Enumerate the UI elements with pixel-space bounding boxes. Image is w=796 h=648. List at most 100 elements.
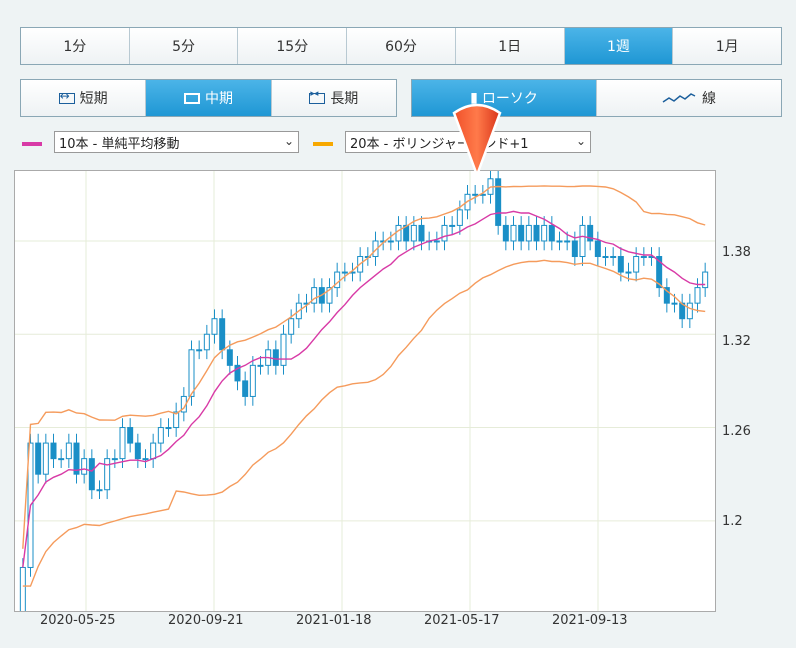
short-term-label: 短期 (79, 91, 108, 107)
candle-body (341, 271, 348, 274)
bollinger-legend-swatch (313, 142, 333, 146)
candle-body (249, 364, 256, 397)
candle-body (35, 442, 42, 475)
candle-body (441, 224, 448, 242)
chevron-down-icon: ⌄ (283, 134, 294, 148)
candle-body (571, 240, 578, 258)
candle-body (288, 318, 295, 335)
sma-select-value: 10本 - 単純平均移動 (59, 136, 180, 152)
candle-body (594, 240, 601, 258)
tab-1day[interactable]: 1日 (455, 28, 565, 64)
line-label: 線 (702, 91, 716, 107)
tab-1month[interactable]: 1月 (673, 28, 782, 64)
candle-body (280, 333, 287, 366)
candle-body (579, 224, 586, 258)
candle-body (395, 224, 402, 242)
y-tick-label: 1.2 (722, 514, 743, 529)
candle-body (518, 224, 525, 242)
candle-body (548, 224, 555, 242)
candle-body (226, 349, 233, 366)
tab-5min[interactable]: 5分 (129, 28, 239, 64)
candle-body (127, 427, 134, 444)
x-tick-label: 2020-05-25 (40, 613, 116, 628)
line-chart-icon (662, 93, 696, 103)
candle-body (142, 458, 149, 461)
candle-body (157, 427, 164, 444)
sma10-line (22, 210, 706, 568)
bollinger-upper-line (22, 185, 706, 549)
candle-body (502, 224, 509, 242)
candle-body (88, 458, 95, 491)
price-chart[interactable] (14, 170, 716, 612)
tab-line[interactable]: 線 (597, 80, 781, 116)
period-tabs: 短期 中期 長期 (20, 79, 397, 117)
candle-body (272, 349, 279, 366)
candle-body (449, 224, 456, 227)
interval-tabs: 1分 5分 15分 60分 1日 1週 1月 (20, 27, 782, 65)
short-term-icon (58, 89, 75, 104)
tab-1week[interactable]: 1週 (564, 28, 674, 64)
x-tick-label: 2021-09-13 (552, 613, 628, 628)
y-tick-label: 1.38 (722, 245, 751, 260)
candle-body (58, 458, 65, 461)
candle-body (671, 302, 678, 305)
sma-legend-swatch (22, 142, 42, 146)
candle-body (610, 256, 617, 259)
candle-body (65, 442, 72, 460)
bollinger-lower-line (22, 259, 706, 587)
candle-body (418, 224, 425, 242)
candle-body (625, 271, 632, 274)
chart-svg (15, 171, 715, 611)
x-tick-label: 2020-09-21 (168, 613, 244, 628)
tab-60min[interactable]: 60分 (347, 28, 456, 64)
candle-body (104, 458, 111, 491)
sma-select[interactable]: 10本 - 単純平均移動 ⌄ (54, 131, 299, 153)
candle-body (150, 442, 157, 460)
candle-body (617, 256, 624, 273)
candle-body (211, 318, 218, 335)
mid-term-label: 中期 (204, 91, 233, 107)
chevron-down-icon: ⌄ (575, 134, 586, 148)
candle-body (533, 224, 540, 242)
candle-body (111, 458, 118, 461)
candle-body (495, 178, 502, 226)
tab-candlestick[interactable]: ▮ ローソク (412, 80, 597, 116)
candle-body (410, 224, 417, 242)
candle-body (525, 224, 532, 242)
tab-short-term[interactable]: 短期 (21, 80, 147, 116)
mid-term-icon (183, 92, 200, 104)
tab-long-term[interactable]: 長期 (271, 80, 396, 116)
x-tick-label: 2021-05-17 (424, 613, 500, 628)
candle-body (219, 318, 226, 351)
tab-mid-term[interactable]: 中期 (146, 80, 272, 116)
candle-body (203, 333, 210, 351)
candle-body (42, 442, 49, 475)
candle-body (433, 240, 440, 243)
candle-body (119, 427, 126, 460)
candle-body (81, 458, 88, 475)
candle-body (472, 193, 479, 196)
y-tick-label: 1.26 (722, 424, 751, 439)
candle-body (96, 489, 103, 492)
candle-body (242, 380, 249, 397)
candle-body (510, 224, 517, 242)
candle-body (564, 240, 571, 243)
long-term-icon (309, 89, 326, 104)
tab-1min[interactable]: 1分 (21, 28, 130, 64)
candle-body (196, 349, 203, 352)
candle-body (134, 442, 141, 460)
y-tick-label: 1.32 (722, 334, 751, 349)
x-tick-label: 2021-01-18 (296, 613, 372, 628)
candle-body (456, 209, 463, 226)
candle-body (188, 349, 195, 397)
candle-body (702, 271, 709, 289)
candle-body (686, 302, 693, 320)
candle-body (633, 256, 640, 273)
candle-body (165, 427, 172, 430)
tab-15min[interactable]: 15分 (238, 28, 348, 64)
long-term-label: 長期 (330, 91, 359, 107)
candle-body (257, 364, 264, 367)
candle-body (19, 566, 26, 611)
candle-body (541, 224, 548, 242)
candle-body (694, 287, 701, 304)
